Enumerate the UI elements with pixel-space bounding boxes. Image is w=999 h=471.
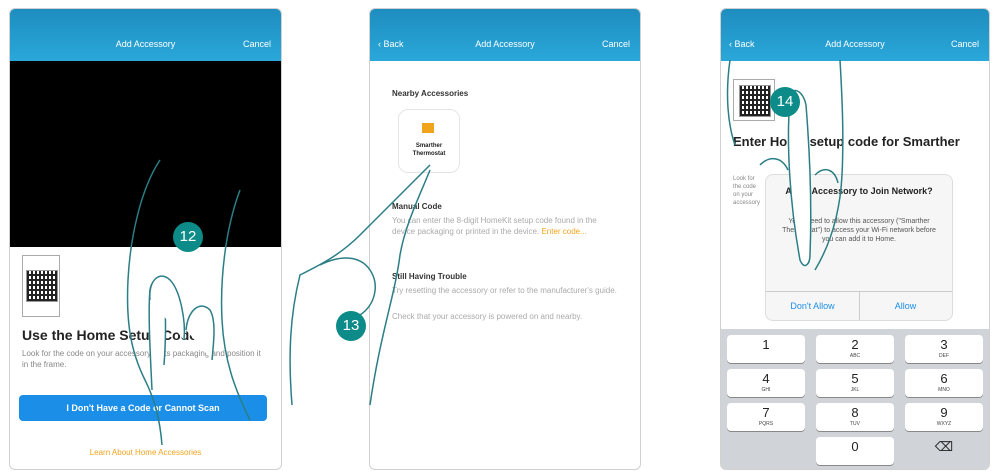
key-1[interactable]: 1 xyxy=(727,335,805,363)
key-5[interactable]: 5 JKL xyxy=(816,369,894,397)
step-badge: 13 xyxy=(336,311,366,341)
key-2[interactable]: 2 ABC xyxy=(816,335,894,363)
pointing-hand-icon xyxy=(289,164,431,406)
nav-title: Add Accessory xyxy=(115,39,176,49)
dont-allow-button[interactable]: Don't Allow xyxy=(766,292,860,320)
cancel-button[interactable]: Cancel xyxy=(243,39,271,49)
nav-title: Add Accessory xyxy=(475,39,535,49)
navbar: ‹ Back Add Accessory Cancel xyxy=(721,9,989,61)
key-9[interactable]: 9 WXYZ xyxy=(905,403,983,431)
step-badge: 14 xyxy=(770,87,800,117)
enter-code-link[interactable]: Enter code... xyxy=(541,227,586,236)
navbar: Add Accessory Cancel xyxy=(10,9,281,61)
cancel-button[interactable]: Cancel xyxy=(951,39,979,49)
qr-code-icon xyxy=(22,255,60,317)
key-6[interactable]: 6 MNO xyxy=(905,369,983,397)
numeric-keypad: 1 2 ABC 3 DEF 4 GHI 5 JKL 6 MNO 7 PQRS 8 TUV 9W… xyxy=(721,329,989,469)
key-4[interactable]: 4 GHI xyxy=(727,369,805,397)
key-3[interactable]: 3 DEF xyxy=(905,335,983,363)
allow-button[interactable]: Allow xyxy=(859,292,952,320)
navbar: ‹ Back Add Accessory Cancel xyxy=(370,9,640,61)
key-8[interactable]: 8 TUV xyxy=(816,403,894,431)
home-icon xyxy=(422,123,434,133)
dialog-buttons: Don't Allow Allow xyxy=(766,291,952,320)
step-badge: 12 xyxy=(173,222,203,252)
key-7[interactable]: 7 PQRS xyxy=(727,403,805,431)
nav-title: Add Accessory xyxy=(825,39,885,49)
pointing-hand-icon xyxy=(126,159,251,446)
cancel-button[interactable]: Cancel xyxy=(602,39,630,49)
section-heading: Nearby Accessories xyxy=(392,89,469,98)
delete-key[interactable]: ⌫ xyxy=(905,437,983,465)
key-0[interactable]: 0 xyxy=(816,437,894,465)
